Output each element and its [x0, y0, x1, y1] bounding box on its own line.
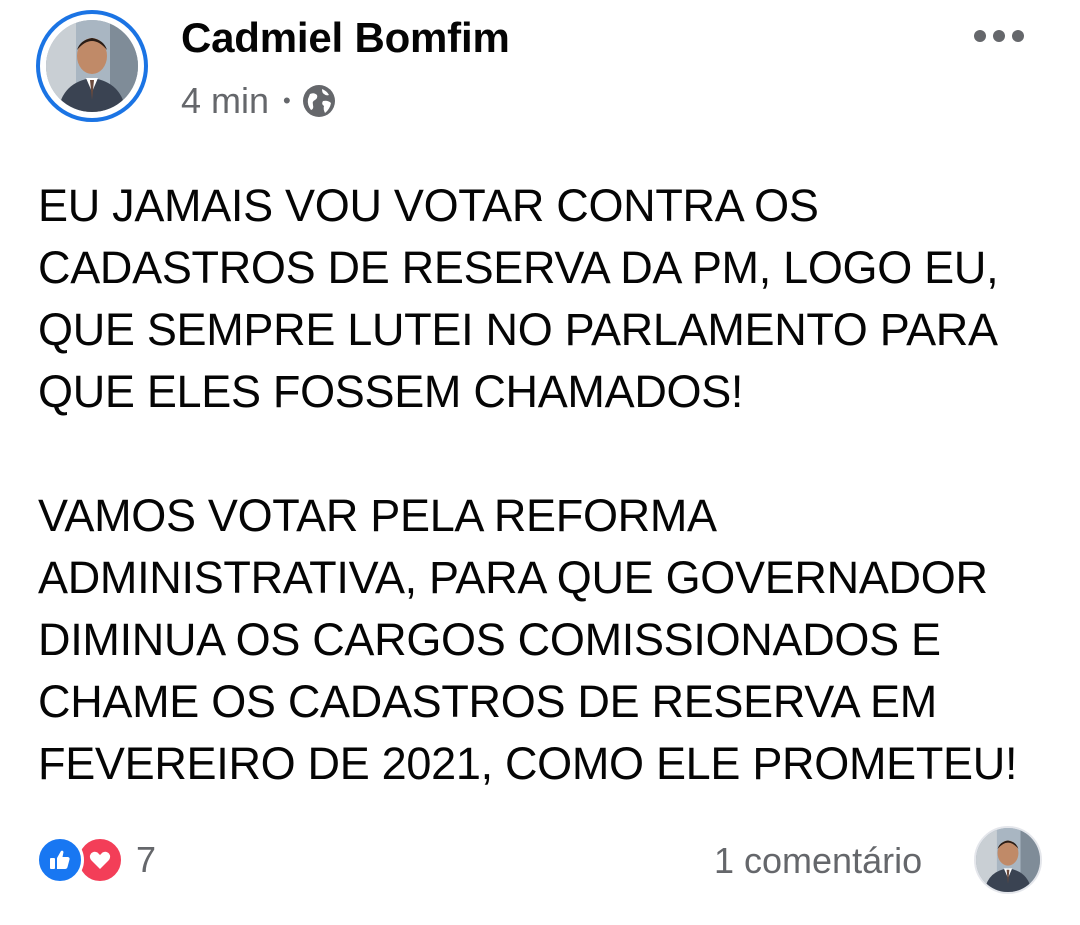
meta-separator: • — [283, 88, 291, 113]
more-horizontal-icon — [1012, 30, 1024, 42]
author-name[interactable]: Cadmiel Bomfim — [181, 14, 510, 62]
post-time[interactable]: 4 min — [181, 80, 269, 122]
post-text: EU JAMAIS VOU VOTAR CONTRA OS CADASTROS … — [38, 180, 1018, 789]
comments-link[interactable]: 1 comentário — [714, 840, 922, 882]
author-avatar[interactable] — [36, 10, 148, 122]
globe-icon[interactable] — [301, 83, 337, 119]
reaction-count: 7 — [136, 839, 157, 880]
reactions-summary[interactable]: 7 — [36, 836, 156, 884]
avatar-photo — [46, 20, 138, 112]
more-horizontal-icon — [993, 30, 1005, 42]
commenter-avatar[interactable] — [974, 826, 1042, 894]
like-icon — [36, 836, 84, 884]
more-horizontal-icon — [974, 30, 986, 42]
more-options-button[interactable] — [974, 24, 1024, 48]
facebook-post: Cadmiel Bomfim 4 min • EU JAMAIS VOU VOT… — [0, 0, 1080, 925]
post-meta: 4 min • — [181, 80, 337, 122]
